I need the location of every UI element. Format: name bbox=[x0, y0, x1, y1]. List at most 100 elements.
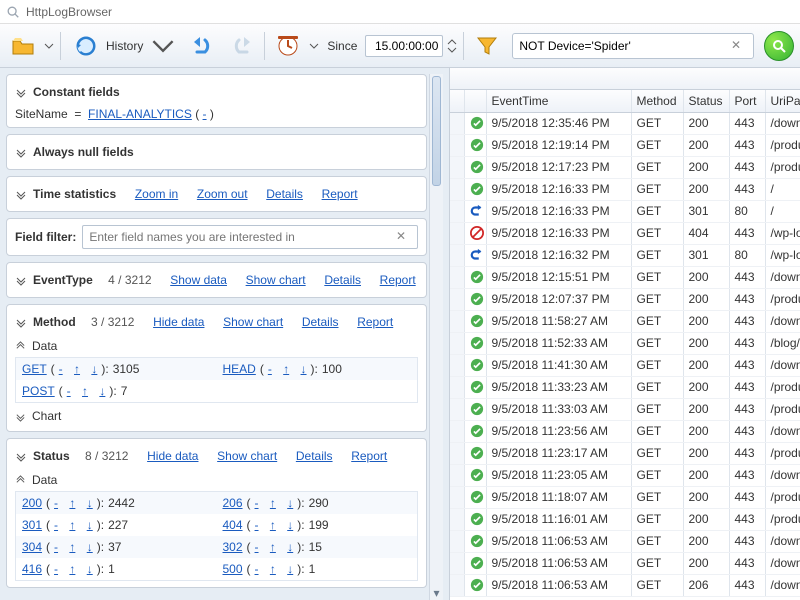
table-row[interactable]: 9/5/2018 11:52:33 AM GET 200 443 /blog/ bbox=[450, 332, 800, 354]
method-chart-header[interactable]: Chart bbox=[15, 407, 418, 425]
table-row[interactable]: 9/5/2018 11:33:03 AM GET 200 443 /produ bbox=[450, 398, 800, 420]
show-chart-link[interactable]: Show chart bbox=[246, 273, 306, 287]
value-name[interactable]: 404 bbox=[223, 518, 243, 532]
filter-expression-input[interactable] bbox=[519, 39, 725, 53]
collapse-icon[interactable] bbox=[15, 274, 27, 286]
value-name[interactable]: HEAD bbox=[223, 362, 256, 376]
clear-field-filter[interactable]: ✕ bbox=[396, 229, 412, 245]
show-chart-link[interactable]: Show chart bbox=[217, 449, 277, 463]
value-name[interactable]: 301 bbox=[22, 518, 42, 532]
value-name[interactable]: 200 bbox=[22, 496, 42, 510]
table-row[interactable]: 9/5/2018 12:16:32 PM GET 301 80 /wp-lo bbox=[450, 244, 800, 266]
value-name[interactable]: 416 bbox=[22, 562, 42, 576]
value-name[interactable]: POST bbox=[22, 384, 55, 398]
clear-filter-button[interactable]: ✕ bbox=[731, 38, 747, 54]
table-row[interactable]: 9/5/2018 11:06:53 AM GET 206 443 /down bbox=[450, 574, 800, 596]
value-count: 1 bbox=[309, 562, 316, 576]
value-cell: HEAD ( - ↑ ↓ ): 100 bbox=[217, 358, 418, 380]
panel-status: Status 8 / 3212 Hide data Show chart Det… bbox=[6, 438, 427, 588]
grid-icon-header[interactable] bbox=[464, 90, 486, 112]
grid-status-header[interactable]: Status bbox=[683, 90, 729, 112]
grid-uri-header[interactable]: UriPath bbox=[765, 90, 800, 112]
left-scroll: Constant fields SiteName = FINAL-ANALYTI… bbox=[6, 74, 443, 600]
show-chart-link[interactable]: Show chart bbox=[223, 315, 283, 329]
details-link[interactable]: Details bbox=[266, 187, 303, 201]
since-input[interactable] bbox=[365, 35, 443, 57]
time-picker-dropdown[interactable] bbox=[309, 41, 319, 51]
table-row[interactable]: 9/5/2018 12:16:33 PM GET 301 80 / bbox=[450, 200, 800, 222]
table-row[interactable]: 9/5/2018 12:16:33 PM GET 404 443 /wp-lo bbox=[450, 222, 800, 244]
details-link[interactable]: Details bbox=[296, 449, 333, 463]
value-count: 3105 bbox=[113, 362, 140, 376]
since-stepper[interactable] bbox=[447, 36, 457, 56]
cell-status: 200 bbox=[683, 464, 729, 486]
scroll-thumb[interactable] bbox=[432, 76, 441, 186]
scroll-down-icon[interactable]: ▾ bbox=[430, 586, 443, 600]
table-row[interactable]: 9/5/2018 12:07:37 PM GET 200 443 /produ bbox=[450, 288, 800, 310]
run-query-button[interactable] bbox=[764, 31, 794, 61]
table-row[interactable]: 9/5/2018 11:06:53 AM GET 200 443 /down bbox=[450, 530, 800, 552]
table-row[interactable]: 9/5/2018 11:33:23 AM GET 200 443 /produ bbox=[450, 376, 800, 398]
collapse-icon[interactable] bbox=[15, 146, 27, 158]
report-link[interactable]: Report bbox=[380, 273, 416, 287]
open-file-dropdown[interactable] bbox=[44, 41, 54, 51]
table-row[interactable]: 9/5/2018 11:18:07 AM GET 200 443 /produ bbox=[450, 486, 800, 508]
method-data-header[interactable]: Data bbox=[15, 337, 418, 355]
cell-method: GET bbox=[631, 354, 683, 376]
zoom-in-link[interactable]: Zoom in bbox=[135, 187, 178, 201]
table-row[interactable]: 9/5/2018 11:23:56 AM GET 200 443 /down bbox=[450, 420, 800, 442]
show-data-link[interactable]: Show data bbox=[170, 273, 227, 287]
table-row[interactable]: 9/5/2018 12:19:14 PM GET 200 443 /produ bbox=[450, 134, 800, 156]
row-gutter bbox=[450, 266, 464, 288]
right-panel: EventTime Method Status Port UriPath 9/5… bbox=[450, 68, 800, 600]
undo-button[interactable] bbox=[186, 30, 220, 62]
value-name[interactable]: 304 bbox=[22, 540, 42, 554]
filter-expression-box[interactable]: ✕ bbox=[512, 33, 754, 59]
value-name[interactable]: 302 bbox=[223, 540, 243, 554]
details-link[interactable]: Details bbox=[302, 315, 339, 329]
report-link[interactable]: Report bbox=[351, 449, 387, 463]
status-data-header[interactable]: Data bbox=[15, 471, 418, 489]
collapse-icon[interactable] bbox=[15, 86, 27, 98]
report-link[interactable]: Report bbox=[322, 187, 358, 201]
cell-time: 9/5/2018 11:52:33 AM bbox=[486, 332, 631, 354]
table-row[interactable]: 9/5/2018 11:23:17 AM GET 200 443 /produ bbox=[450, 442, 800, 464]
table-row[interactable]: 9/5/2018 11:23:05 AM GET 200 443 /down bbox=[450, 464, 800, 486]
zoom-out-link[interactable]: Zoom out bbox=[197, 187, 248, 201]
collapse-icon[interactable] bbox=[15, 188, 27, 200]
grid-method-header[interactable]: Method bbox=[631, 90, 683, 112]
table-row[interactable]: 9/5/2018 11:06:53 AM GET 200 443 /down bbox=[450, 552, 800, 574]
table-row[interactable]: 9/5/2018 12:17:23 PM GET 200 443 /produ bbox=[450, 156, 800, 178]
field-filter-input[interactable] bbox=[82, 225, 418, 249]
table-row[interactable]: 9/5/2018 11:41:30 AM GET 200 443 /down bbox=[450, 354, 800, 376]
const-field-value[interactable]: FINAL-ANALYTICS bbox=[88, 107, 192, 121]
details-link[interactable]: Details bbox=[324, 273, 361, 287]
table-row[interactable]: 9/5/2018 12:15:51 PM GET 200 443 /down bbox=[450, 266, 800, 288]
filter-funnel-button[interactable] bbox=[470, 30, 504, 62]
redo-button[interactable] bbox=[224, 30, 258, 62]
left-scrollbar[interactable]: ▴ ▾ bbox=[429, 74, 443, 600]
table-row[interactable]: 9/5/2018 11:16:01 AM GET 200 443 /produ bbox=[450, 508, 800, 530]
app-title: HttpLogBrowser bbox=[26, 5, 112, 19]
table-row[interactable]: 9/5/2018 11:58:27 AM GET 200 443 /down bbox=[450, 310, 800, 332]
history-button[interactable]: History bbox=[67, 30, 182, 62]
titlebar: HttpLogBrowser bbox=[0, 0, 800, 24]
collapse-icon[interactable] bbox=[15, 450, 27, 462]
collapse-icon[interactable] bbox=[15, 316, 27, 328]
table-row[interactable]: 9/5/2018 12:35:46 PM GET 200 443 /down bbox=[450, 112, 800, 134]
hide-data-link[interactable]: Hide data bbox=[147, 449, 198, 463]
value-name[interactable]: GET bbox=[22, 362, 47, 376]
cell-time: 9/5/2018 11:06:53 AM bbox=[486, 530, 631, 552]
time-picker-button[interactable] bbox=[271, 30, 305, 62]
open-file-button[interactable] bbox=[6, 30, 40, 62]
grid-port-header[interactable]: Port bbox=[729, 90, 765, 112]
grid-time-header[interactable]: EventTime bbox=[486, 90, 631, 112]
table-row[interactable]: 9/5/2018 12:16:33 PM GET 200 443 / bbox=[450, 178, 800, 200]
cell-time: 9/5/2018 11:58:27 AM bbox=[486, 310, 631, 332]
report-link[interactable]: Report bbox=[357, 315, 393, 329]
value-name[interactable]: 500 bbox=[223, 562, 243, 576]
hide-data-link[interactable]: Hide data bbox=[153, 315, 204, 329]
value-name[interactable]: 206 bbox=[223, 496, 243, 510]
row-status-icon bbox=[464, 178, 486, 200]
cell-uri: /produ bbox=[765, 288, 800, 310]
